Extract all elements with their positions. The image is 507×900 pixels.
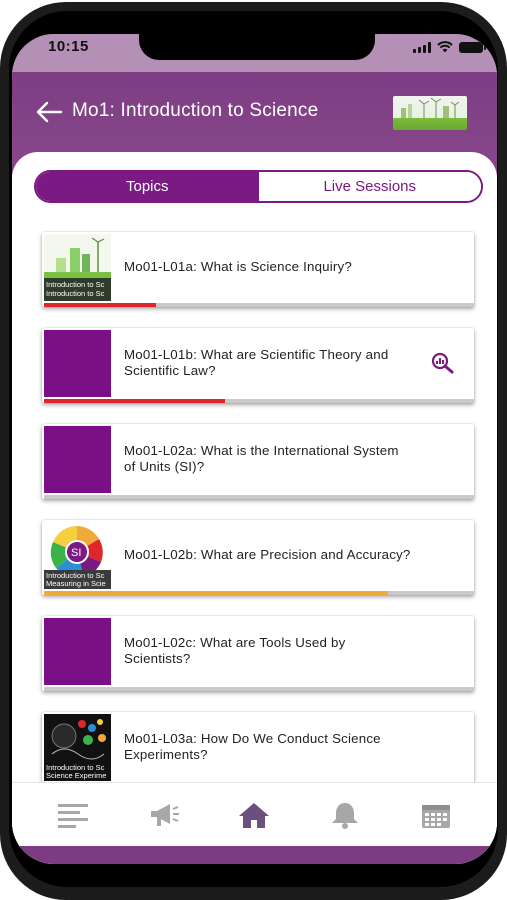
tab-live-sessions[interactable]: Live Sessions	[258, 172, 481, 201]
lesson-title: Mo01-L01a: What is Science Inquiry?	[124, 258, 352, 274]
lesson-thumbnail	[44, 330, 111, 397]
thumbnail-caption: Measuring in Scie	[46, 579, 106, 588]
lesson-card[interactable]: Mo01-L02a: What is the International Sys…	[42, 424, 474, 499]
notch	[139, 34, 375, 60]
progress-bar-fill	[44, 303, 156, 307]
progress-bar	[44, 399, 474, 403]
lesson-card[interactable]: Introduction to Sc Introduction to Sc Mo…	[42, 232, 474, 307]
page-title: Mo1: Introduction to Science	[72, 100, 319, 121]
si-label: SI	[71, 547, 81, 559]
progress-bar	[44, 303, 474, 307]
lesson-thumbnail	[44, 618, 111, 685]
calendar-icon[interactable]	[416, 797, 456, 833]
progress-bar	[44, 591, 474, 595]
home-indicator	[12, 846, 497, 864]
phone-volume-down-button	[0, 312, 4, 374]
tab-topics[interactable]: Topics	[36, 172, 259, 201]
status-time: 10:15	[48, 38, 89, 55]
intro-science-city-thumbnail: Introduction to Sc Introduction to Sc	[44, 234, 111, 301]
wifi-icon	[437, 41, 453, 53]
battery-icon	[459, 41, 486, 53]
course-thumbnail	[393, 96, 467, 130]
main-content: Topics Live Sessions Introduction to Sc …	[12, 152, 497, 864]
lesson-thumbnail: Introduction to Sc Science Experime	[44, 714, 111, 781]
progress-bar	[44, 687, 474, 691]
lesson-thumbnail: Introduction to Sc Introduction to Sc	[44, 234, 111, 301]
cellular-signal-icon	[413, 41, 431, 53]
thumbnail-caption: Introduction to Sc	[46, 289, 105, 298]
bell-icon[interactable]	[325, 797, 365, 833]
magnifier-chart-icon[interactable]	[430, 352, 454, 374]
menu-icon[interactable]	[53, 797, 93, 833]
progress-bar-fill	[44, 399, 225, 403]
status-bar: 10:15	[12, 34, 497, 72]
lesson-thumbnail: SI Introduction to Sc Measuring in Scie	[44, 522, 111, 589]
lesson-card[interactable]: Mo01-L02c: What are Tools Used by Scient…	[42, 616, 474, 691]
thumbnail-caption: Science Experime	[46, 771, 106, 780]
lesson-title: Mo01-L02b: What are Precision and Accura…	[124, 546, 411, 562]
arrow-left-icon[interactable]	[34, 100, 64, 124]
lesson-thumbnail	[44, 426, 111, 493]
app-screen: 10:15 Mo1: Introduction to Science Topic…	[12, 34, 497, 864]
lesson-card[interactable]: Mo01-L01b: What are Scientific Theory an…	[42, 328, 474, 403]
lesson-title: Mo01-L02c: What are Tools Used by Scient…	[124, 634, 346, 666]
lesson-title: Mo01-L03a: How Do We Conduct Science Exp…	[124, 730, 381, 762]
si-units-thumbnail: SI Introduction to Sc Measuring in Scie	[44, 522, 111, 589]
wind-turbine-icon	[401, 97, 460, 118]
progress-bar	[44, 495, 474, 499]
home-icon[interactable]	[234, 797, 274, 833]
phone-volume-up-button	[0, 238, 4, 300]
tab-bar: Topics Live Sessions	[34, 170, 483, 203]
lesson-title: Mo01-L01b: What are Scientific Theory an…	[124, 346, 389, 378]
science-experiments-thumbnail: Introduction to Sc Science Experime	[44, 714, 111, 781]
megaphone-icon[interactable]	[144, 797, 184, 833]
phone-side-button	[0, 178, 4, 216]
lesson-title: Mo01-L02a: What is the International Sys…	[124, 442, 399, 474]
bottom-nav	[12, 782, 497, 846]
thumbnail-caption: Introduction to Sc	[46, 280, 105, 289]
progress-bar-fill	[44, 591, 388, 595]
phone-power-button	[503, 268, 507, 360]
status-icons	[413, 41, 486, 53]
lesson-card[interactable]: Introduction to Sc Science Experime Mo01…	[42, 712, 474, 787]
lesson-card[interactable]: SI Introduction to Sc Measuring in Scie …	[42, 520, 474, 595]
